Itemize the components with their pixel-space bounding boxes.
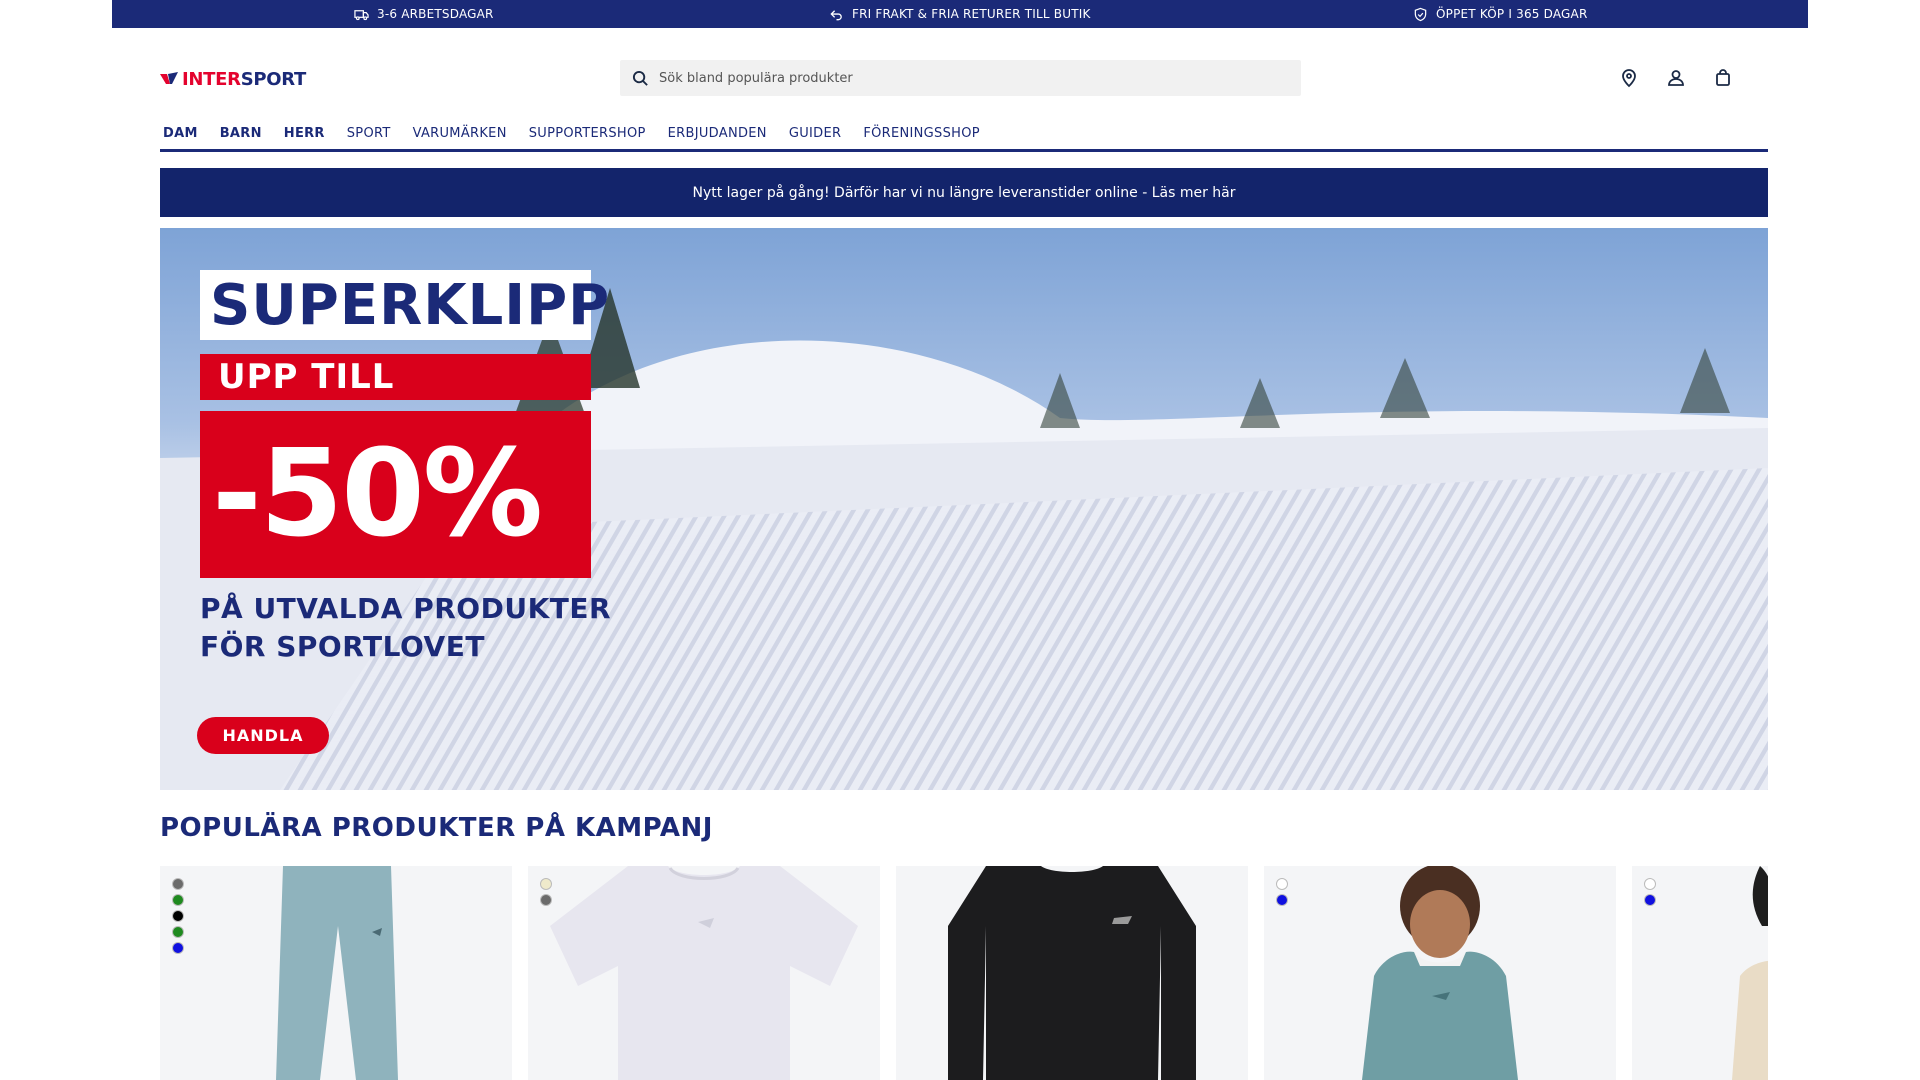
nav-item-dam[interactable]: DAM xyxy=(160,119,198,149)
product-card[interactable] xyxy=(896,866,1248,1080)
product-image-tshirt xyxy=(550,866,858,1080)
promo-discount: -50% xyxy=(200,411,591,578)
color-swatch[interactable] xyxy=(172,926,184,938)
product-image-longsleeve xyxy=(948,866,1196,1080)
search-bar[interactable] xyxy=(620,60,1301,96)
usp-text: 3-6 ARBETSDAGAR xyxy=(377,7,494,21)
shopping-bag-icon xyxy=(1716,69,1730,86)
nav-item-erbjudanden[interactable]: ERBJUDANDEN xyxy=(668,119,767,149)
nav-item-sport[interactable]: SPORT xyxy=(347,119,391,149)
color-swatches xyxy=(1644,878,1656,906)
nav-item-herr[interactable]: HERR xyxy=(284,119,325,149)
color-swatch[interactable] xyxy=(540,894,552,906)
cart-button[interactable] xyxy=(1711,66,1735,90)
color-swatch[interactable] xyxy=(172,910,184,922)
usp-text: ÖPPET KÖP I 365 DAGAR xyxy=(1436,7,1588,21)
promo-subtitle: PÅ UTVALDA PRODUKTER FÖR SPORTLOVET xyxy=(200,590,620,666)
shop-now-button[interactable]: HANDLA xyxy=(197,717,329,754)
nav-item-varumarken[interactable]: VARUMÄRKEN xyxy=(413,119,507,149)
color-swatches xyxy=(1276,878,1288,906)
product-card[interactable] xyxy=(1632,866,1768,1080)
intersport-logo[interactable]: INTERSPORT xyxy=(160,68,306,90)
color-swatch[interactable] xyxy=(1276,894,1288,906)
location-pin-icon xyxy=(1622,69,1636,88)
hero-banner[interactable]: SUPERKLIPP UPP TILL -50% PÅ UTVALDA PROD… xyxy=(160,228,1768,790)
color-swatch[interactable] xyxy=(1644,878,1656,890)
usp-delivery: 3-6 ARBETSDAGAR xyxy=(354,0,494,28)
usp-bar: 3-6 ARBETSDAGAR FRI FRAKT & FRIA RETURER… xyxy=(112,0,1808,28)
color-swatch[interactable] xyxy=(172,878,184,890)
color-swatch[interactable] xyxy=(172,894,184,906)
color-swatches xyxy=(540,878,552,906)
product-image-hoodie xyxy=(1362,866,1518,1080)
return-arrow-icon xyxy=(830,9,842,20)
color-swatch[interactable] xyxy=(1276,878,1288,890)
logo-text: INTERSPORT xyxy=(182,69,306,90)
nav-item-supportershop[interactable]: SUPPORTERSHOP xyxy=(529,119,646,149)
promo-title: SUPERKLIPP xyxy=(200,270,609,340)
account-button[interactable] xyxy=(1664,66,1688,90)
usp-returns: FRI FRAKT & FRIA RETURER TILL BUTIK xyxy=(829,0,1091,28)
product-card[interactable] xyxy=(528,866,880,1080)
main-nav: DAM BARN HERR SPORT VARUMÄRKEN SUPPORTER… xyxy=(160,118,1768,152)
logo-text-accent: SPORT xyxy=(240,68,307,90)
usp-open-purchase: ÖPPET KÖP I 365 DAGAR xyxy=(1413,0,1588,28)
nav-item-barn[interactable]: BARN xyxy=(220,119,262,149)
section-title: POPULÄRA PRODUKTER PÅ KAMPANJ xyxy=(160,813,713,843)
usp-text: FRI FRAKT & FRIA RETURER TILL BUTIK xyxy=(852,7,1091,21)
promo-subtitle-line1: PÅ UTVALDA PRODUKTER xyxy=(200,592,612,625)
nav-item-guider[interactable]: GUIDER xyxy=(789,119,841,149)
user-icon xyxy=(1668,70,1684,86)
color-swatch[interactable] xyxy=(172,942,184,954)
search-icon xyxy=(632,70,648,86)
logo-mark-icon xyxy=(160,72,178,84)
product-carousel xyxy=(160,866,1768,1080)
store-locator-button[interactable] xyxy=(1617,66,1641,90)
announcement-banner[interactable]: Nytt lager på gång! Därför har vi nu län… xyxy=(160,168,1768,217)
promo-upto: UPP TILL xyxy=(200,354,591,400)
color-swatch[interactable] xyxy=(540,878,552,890)
nav-item-foreningsshop[interactable]: FÖRENINGSSHOP xyxy=(863,119,980,149)
search-input[interactable] xyxy=(659,70,1259,86)
color-swatches xyxy=(172,878,184,954)
promo-subtitle-line2: FÖR SPORTLOVET xyxy=(200,630,485,663)
shield-icon xyxy=(1414,7,1427,21)
product-image-pants xyxy=(276,866,398,1080)
color-swatch[interactable] xyxy=(1644,894,1656,906)
product-card[interactable] xyxy=(1264,866,1616,1080)
page: 3-6 ARBETSDAGAR FRI FRAKT & FRIA RETURER… xyxy=(0,0,1920,1080)
truck-icon xyxy=(354,9,369,20)
logo-text-primary: INTER xyxy=(182,68,241,90)
product-card[interactable] xyxy=(160,866,512,1080)
